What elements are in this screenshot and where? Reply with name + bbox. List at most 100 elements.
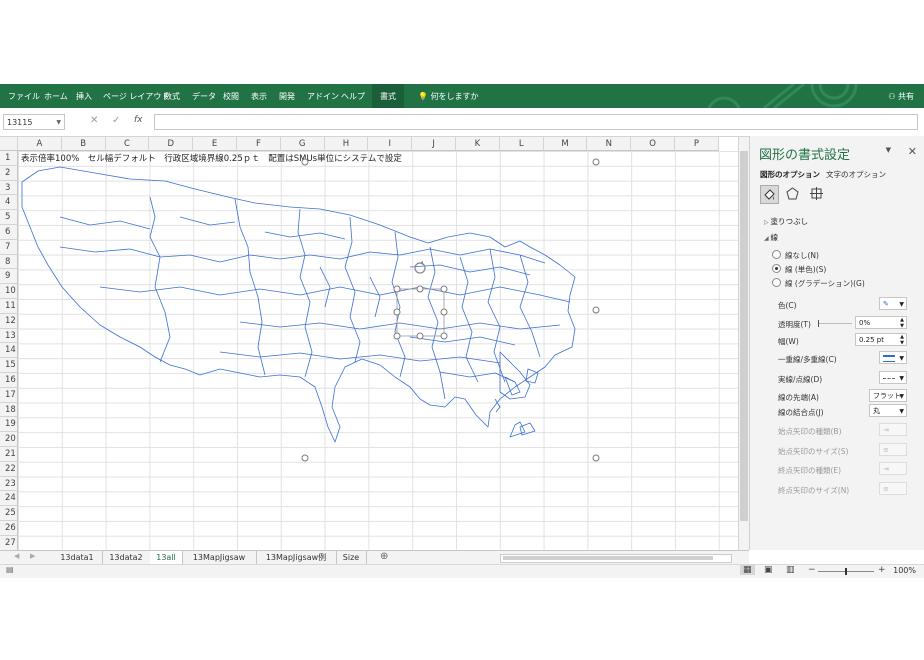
- width-label: 幅(W): [778, 337, 799, 346]
- tab-view[interactable]: 表示: [251, 84, 267, 108]
- cap-type-select[interactable]: フラット ▼: [869, 389, 907, 402]
- tab-shape-options[interactable]: 図形のオプション: [760, 169, 820, 180]
- tab-insert[interactable]: 挿入: [76, 84, 92, 108]
- tab-home[interactable]: ホーム: [44, 84, 68, 108]
- zoom-slider[interactable]: [818, 568, 874, 575]
- normal-view-icon[interactable]: ▦: [740, 565, 755, 575]
- tab-file[interactable]: ファイル: [8, 84, 40, 108]
- chevron-down-icon: ▼: [899, 355, 904, 362]
- spin-icon[interactable]: ▲ ▼: [900, 334, 904, 346]
- radio-dot-selected: [772, 264, 781, 273]
- prev-sheet-icon[interactable]: ◀: [14, 552, 19, 560]
- lightbulb-icon: 💡: [418, 92, 431, 101]
- tab-format[interactable]: 書式: [372, 84, 404, 108]
- sheet-tab-size[interactable]: Size: [336, 551, 367, 564]
- transparency-input[interactable]: 0% ▲ ▼: [855, 316, 907, 329]
- begin-arrow-type-picker[interactable]: ⇥: [879, 423, 907, 436]
- transparency-value: 0%: [859, 319, 871, 327]
- chevron-down-icon: ▼: [899, 408, 904, 415]
- slider-thumb[interactable]: [818, 320, 819, 327]
- transparency-label: 透明度(T): [778, 320, 811, 329]
- status-bar: ▤ ▦ ▣ ▥ − + 100%: [0, 564, 924, 578]
- sheet-tab-13data2[interactable]: 13data2: [102, 551, 151, 564]
- scrollbar-thumb[interactable]: [740, 151, 748, 521]
- share-label: 共有: [898, 92, 914, 101]
- formula-buttons: ✕ ✓ fx: [80, 114, 152, 130]
- tell-me-box[interactable]: 💡 何をしますか: [418, 84, 479, 108]
- tab-developer[interactable]: 開発: [279, 84, 295, 108]
- pen-color-icon: ✎: [883, 300, 889, 308]
- radio-dot: [772, 250, 781, 259]
- add-sheet-icon[interactable]: ⊕: [380, 551, 388, 562]
- line-color-picker[interactable]: ✎ ▼: [879, 297, 907, 310]
- compound-type-picker[interactable]: ▼: [879, 351, 907, 364]
- scrollbar-thumb[interactable]: [503, 556, 713, 560]
- radio-gradient-line-label: 線 (グラデーション)(G): [785, 279, 865, 288]
- vertical-scrollbar[interactable]: [738, 137, 749, 550]
- transparency-slider[interactable]: [818, 320, 852, 327]
- end-arrow-size-picker[interactable]: ≡: [879, 482, 907, 495]
- macro-record-icon[interactable]: ▤: [6, 565, 14, 574]
- tab-addins[interactable]: アドイン: [307, 84, 339, 108]
- worksheet-grid[interactable]: ABCDEFGHIJKLMNOP 1 2 3 4 5 6 7 8 9 10 11 12 13 14 15 16…: [0, 137, 740, 550]
- enter-icon[interactable]: ✓: [112, 115, 120, 126]
- formula-input[interactable]: [154, 114, 918, 130]
- chevron-down-icon[interactable]: ▼: [56, 115, 61, 131]
- chevron-down-icon: ▼: [899, 393, 904, 400]
- fill-line-icon[interactable]: [760, 185, 779, 204]
- line-section-header[interactable]: ◢ 線: [764, 232, 778, 243]
- sheet-tab-bar: ◀ ▶ 13data1 13data2 13all 13MapJigsaw 13…: [0, 550, 749, 566]
- formula-bar: 13115 ▼ ✕ ✓ fx: [0, 108, 924, 137]
- next-sheet-icon[interactable]: ▶: [30, 552, 35, 560]
- insert-function-icon[interactable]: fx: [134, 115, 143, 125]
- radio-dot: [772, 278, 781, 287]
- sheet-tab-13data1[interactable]: 13data1: [52, 551, 103, 564]
- tab-help[interactable]: ヘルプ: [341, 84, 365, 108]
- compound-line-icon: [883, 354, 895, 362]
- zoom-slider-thumb[interactable]: [845, 568, 847, 575]
- join-type-value: 丸: [873, 407, 880, 415]
- zoom-level[interactable]: 100%: [893, 566, 916, 575]
- cap-type-value: フラット: [873, 392, 901, 400]
- dash-line-icon: [883, 377, 895, 379]
- name-box-value: 13115: [7, 118, 33, 127]
- pane-options-chevron-icon[interactable]: ▼: [886, 146, 891, 154]
- radio-no-line[interactable]: 線なし(N): [772, 250, 819, 261]
- radio-no-line-label: 線なし(N): [785, 251, 819, 260]
- tab-data[interactable]: データ: [192, 84, 216, 108]
- close-icon[interactable]: ✕: [908, 145, 917, 158]
- rotate-handle-icon[interactable]: [414, 261, 426, 274]
- zoom-in-icon[interactable]: +: [878, 565, 886, 575]
- effects-pentagon-icon[interactable]: [784, 185, 801, 202]
- tab-review[interactable]: 校閲: [223, 84, 239, 108]
- end-arrow-type-picker[interactable]: ⇥: [879, 462, 907, 475]
- radio-gradient-line[interactable]: 線 (グラデーション)(G): [772, 278, 865, 289]
- spin-icon[interactable]: ▲ ▼: [900, 317, 904, 329]
- cancel-icon[interactable]: ✕: [90, 115, 98, 126]
- join-type-select[interactable]: 丸 ▼: [869, 404, 907, 417]
- size-properties-icon[interactable]: [808, 185, 825, 202]
- sheet-tab-13mapjigsaw[interactable]: 13MapJigsaw: [182, 551, 257, 564]
- end-arrow-size-label: 終点矢印のサイズ(N): [778, 486, 850, 495]
- compound-type-label: 一重線/多重線(C): [778, 355, 837, 364]
- zoom-out-icon[interactable]: −: [808, 565, 816, 575]
- tab-page-layout[interactable]: ページ レイアウト: [103, 84, 169, 108]
- share-button[interactable]: ⚇ 共有: [888, 84, 914, 108]
- begin-arrow-size-picker[interactable]: ≡: [879, 443, 907, 456]
- tab-text-options[interactable]: 文字のオプション: [826, 169, 886, 180]
- page-layout-view-icon[interactable]: ▣: [764, 565, 773, 575]
- tab-formulas[interactable]: 数式: [164, 84, 180, 108]
- page-break-view-icon[interactable]: ▥: [786, 565, 795, 575]
- radio-solid-line-label: 線 (単色)(S): [785, 265, 827, 274]
- sheet-tab-13mapjigsaw-example[interactable]: 13MapJigsaw例: [256, 551, 337, 564]
- width-input[interactable]: 0.25 pt ▲ ▼: [855, 333, 907, 346]
- horizontal-scrollbar[interactable]: [500, 554, 732, 563]
- tokyo-boundary-map[interactable]: [0, 137, 740, 550]
- radio-solid-line[interactable]: 線 (単色)(S): [772, 264, 826, 275]
- fill-section-header[interactable]: ▷ 塗りつぶし: [764, 216, 808, 227]
- end-arrow-type-label: 終点矢印の種類(E): [778, 466, 842, 475]
- dash-type-picker[interactable]: ▼: [879, 371, 907, 384]
- begin-arrow-type-label: 始点矢印の種類(B): [778, 427, 842, 436]
- name-box[interactable]: 13115 ▼: [3, 114, 65, 130]
- begin-arrow-size-label: 始点矢印のサイズ(S): [778, 447, 849, 456]
